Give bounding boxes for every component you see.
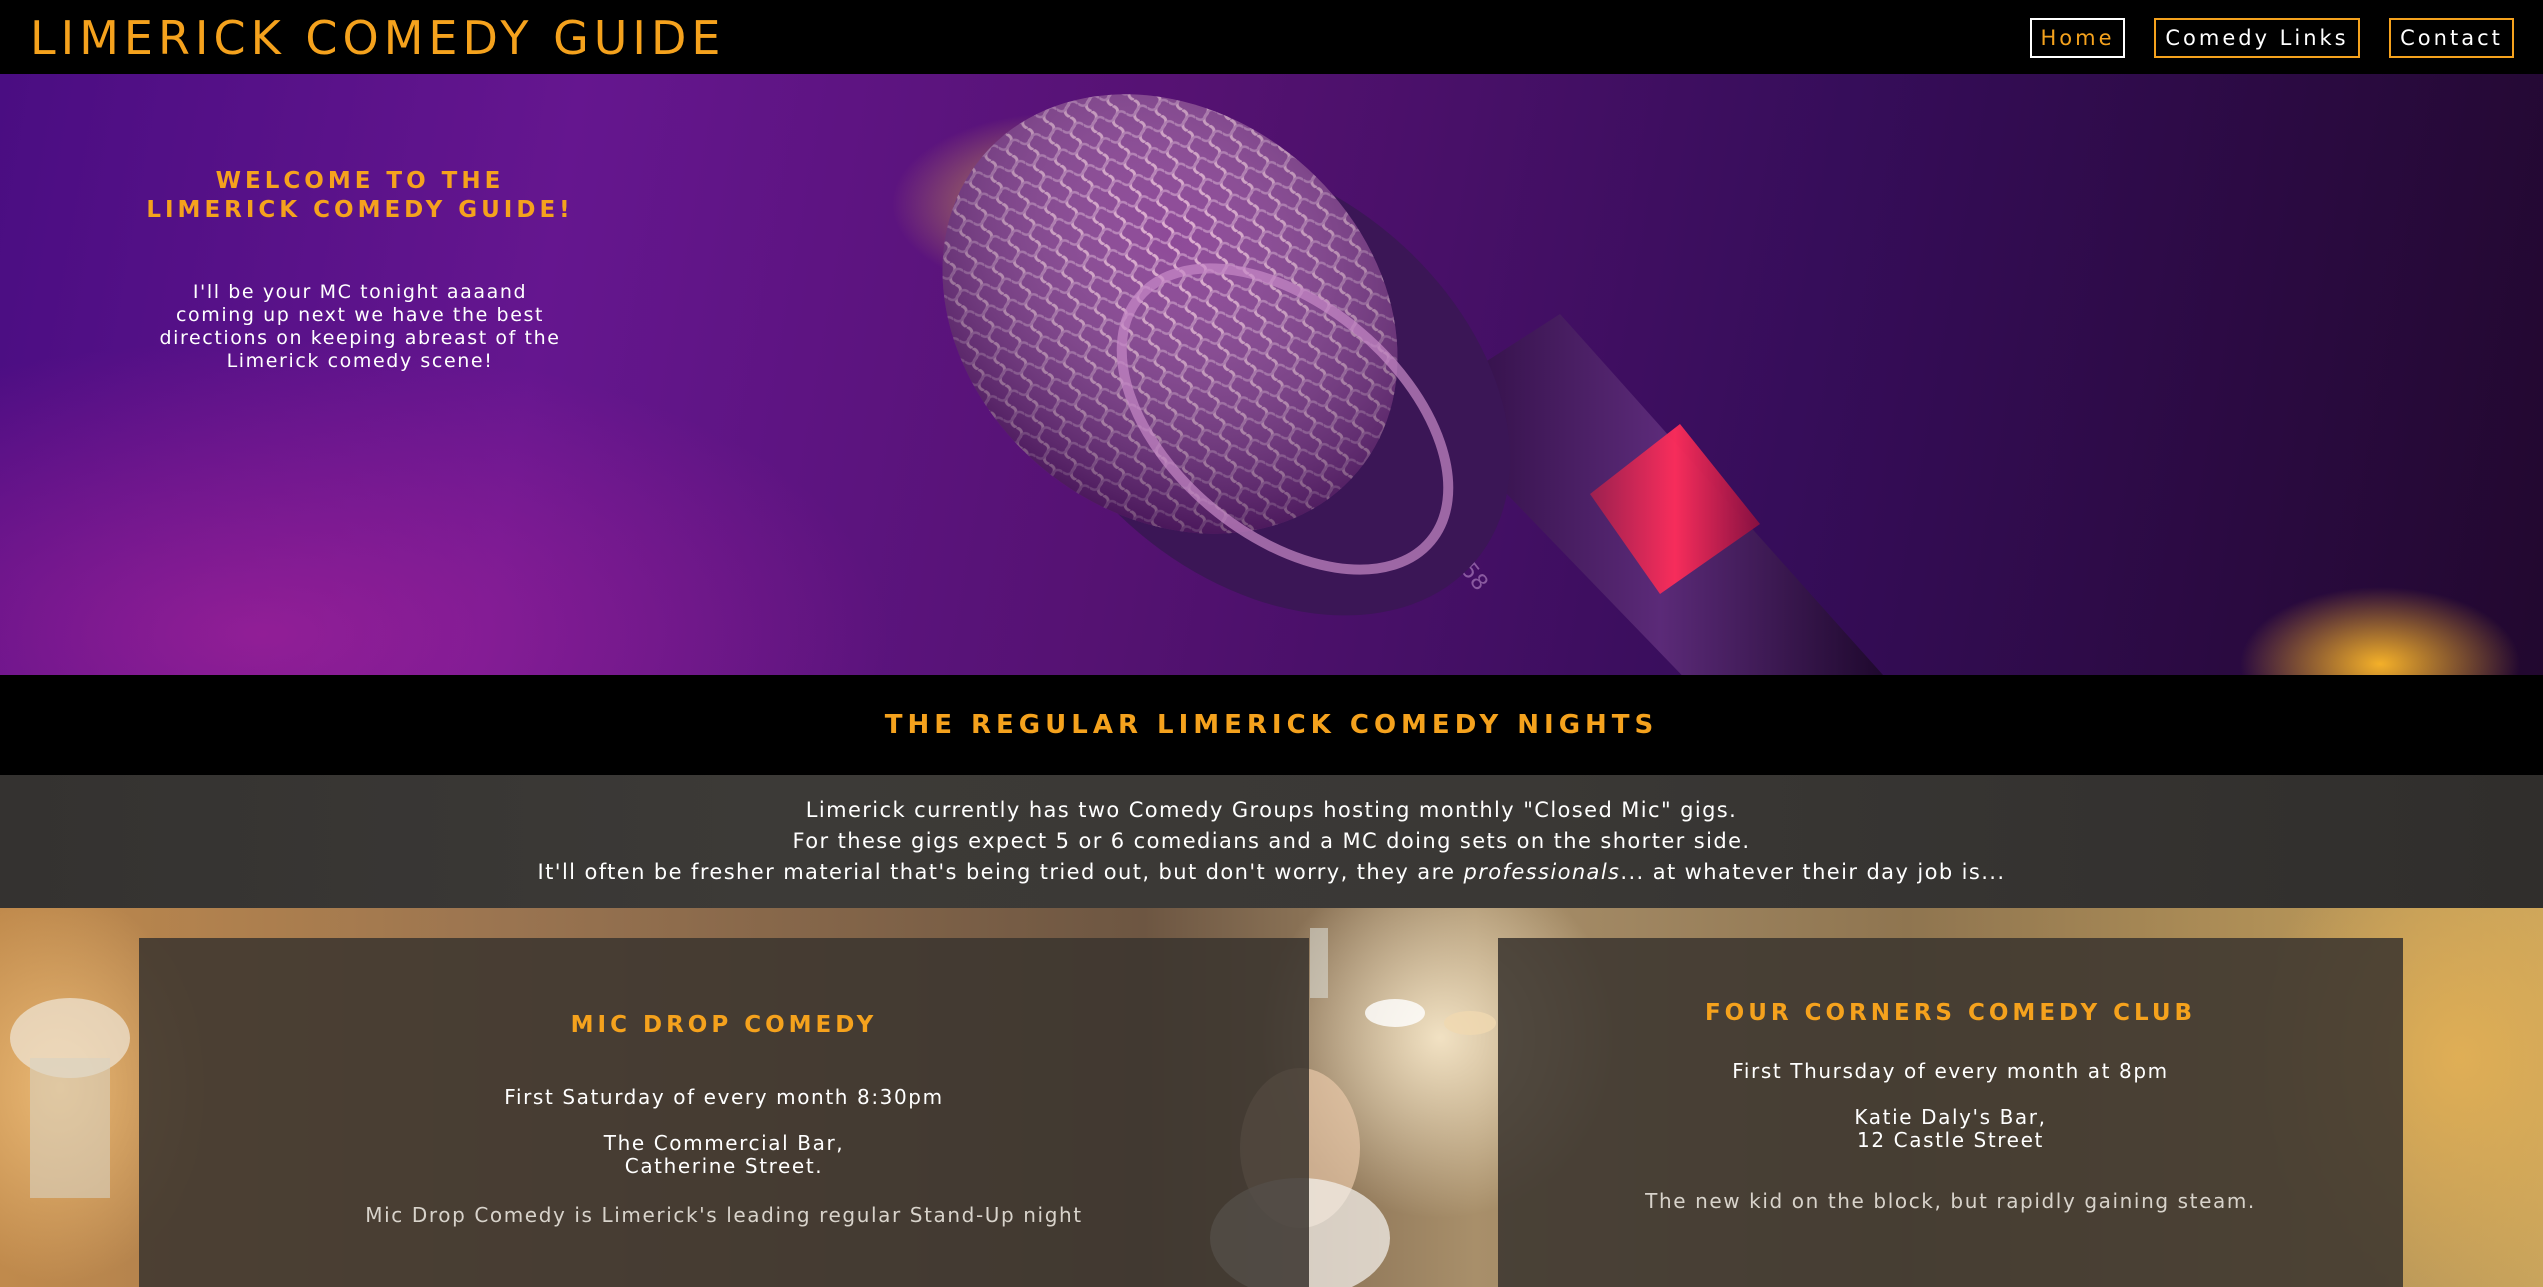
site-header: LIMERICK COMEDY GUIDE Home Comedy Links … [0,0,2543,74]
intro-line-start: It'll often be fresher material that's b… [537,860,1464,884]
welcome-heading: WELCOME TO THE LIMERICK COMEDY GUIDE! [146,168,574,223]
hero-banner: SM58 WELCOME TO THE LIMERICK COMEDY GUID… [0,74,2543,675]
comedy-nights-section: MIC DROP COMEDY First Saturday of every … [0,908,2543,1287]
intro-emphasis: professionals [1463,860,1621,884]
nav-contact-link[interactable]: Contact [2389,18,2514,58]
four-corners-title: FOUR CORNERS COMEDY CLUB [1704,1000,2197,1026]
intro-line: It'll often be fresher material that's b… [0,857,2543,888]
mic-drop-description: Mic Drop Comedy is Limerick's leading re… [365,1203,1083,1227]
mic-drop-venue-street: Catherine Street. [624,1154,824,1178]
section-title: THE REGULAR LIMERICK COMEDY NIGHTS [884,710,1659,740]
mic-drop-venue: The Commercial Bar, [603,1131,845,1155]
nav-home-link[interactable]: Home [2030,18,2125,58]
section-title-bar: THE REGULAR LIMERICK COMEDY NIGHTS [0,675,2543,775]
microphone-image: SM58 [942,94,1883,675]
mic-drop-title: MIC DROP COMEDY [570,1012,878,1038]
site-title[interactable]: LIMERICK COMEDY GUIDE [30,8,725,68]
intro-panel: Limerick currently has two Comedy Groups… [0,775,2543,908]
intro-line: For these gigs expect 5 or 6 comedians a… [792,829,1751,853]
intro-text: Limerick currently has two Comedy Groups… [0,795,2543,888]
nav-comedy-links-link[interactable]: Comedy Links [2154,18,2360,58]
intro-line: Limerick currently has two Comedy Groups… [805,798,1738,822]
four-corners-venue-street: 12 Castle Street [1857,1128,2044,1152]
page: LIMERICK COMEDY GUIDE Home Comedy Links … [0,0,2543,1287]
intro-line-end: ... at whatever their day job is... [1620,860,2006,884]
mic-drop-card: MIC DROP COMEDY First Saturday of every … [139,938,1309,1287]
four-corners-venue: Katie Daly's Bar, [1854,1105,2047,1129]
four-corners-card: FOUR CORNERS COMEDY CLUB First Thursday … [1498,938,2403,1287]
mic-drop-schedule: First Saturday of every month 8:30pm [504,1085,944,1109]
four-corners-description: The new kid on the block, but rapidly ga… [1645,1189,2256,1213]
four-corners-schedule: First Thursday of every month at 8pm [1732,1059,2169,1083]
welcome-text: I'll be your MC tonight aaaand coming up… [159,281,561,372]
